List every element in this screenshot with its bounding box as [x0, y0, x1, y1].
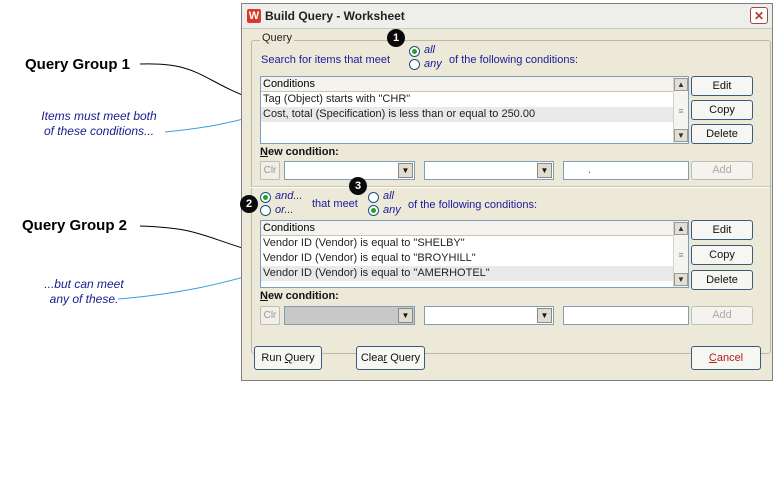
build-query-window: W Build Query - Worksheet ✕ Query 1 Sear…	[240, 3, 773, 381]
callout-group2-note: ...but can meet any of these.	[36, 277, 132, 307]
btn-text: Run	[261, 352, 285, 364]
value-input-1[interactable]: .	[563, 161, 689, 180]
note-line: Items must meet both	[41, 109, 157, 123]
radio-and[interactable]	[260, 192, 271, 203]
scroll-up-icon[interactable]: ▲	[674, 78, 688, 91]
delete-button-2[interactable]: Delete	[691, 270, 753, 290]
scrollbar-2[interactable]: ▲ ≡ ▼	[673, 221, 688, 287]
add-button-2[interactable]: Add	[691, 306, 753, 325]
radio-any[interactable]	[409, 59, 420, 70]
edit-button-1[interactable]: Edit	[691, 76, 753, 96]
note-line: ...but can meet	[44, 277, 124, 291]
radio-or[interactable]	[260, 205, 271, 216]
conditions-header: Conditions	[261, 77, 688, 92]
clr-button-1[interactable]: Clr	[260, 161, 280, 180]
field-dropdown-1[interactable]: ▼	[284, 161, 415, 180]
badge-2: 2	[240, 195, 258, 213]
dropdown-arrow-icon[interactable]: ▼	[537, 163, 552, 178]
list-item[interactable]: Tag (Object) starts with "CHR"	[261, 92, 688, 107]
hotkey-n: N	[260, 290, 268, 302]
btn-text: uery	[293, 352, 315, 364]
search-suffix-text: of the following conditions:	[449, 54, 579, 66]
hotkey-q: Q	[284, 352, 294, 364]
radio-any-2-label: any	[383, 204, 401, 216]
dropdown-arrow-icon[interactable]: ▼	[398, 163, 413, 178]
note-line: of these conditions...	[43, 124, 155, 138]
scroll-up-icon[interactable]: ▲	[674, 222, 688, 235]
btn-text: Clea	[360, 352, 384, 364]
dropdown-arrow-icon[interactable]: ▼	[398, 308, 413, 323]
new-condition-label-1: New condition:	[260, 146, 339, 158]
operator-dropdown-2[interactable]: ▼	[424, 306, 554, 325]
conditions-header: Conditions	[261, 221, 688, 236]
list-item[interactable]: Vendor ID (Vendor) is equal to "AMERHOTE…	[261, 266, 688, 281]
hotkey-c: C	[708, 352, 717, 364]
group2-suffix-text: of the following conditions:	[408, 199, 538, 211]
radio-all-label: all	[424, 44, 436, 56]
scroll-grip-icon[interactable]: ≡	[677, 251, 685, 260]
new-condition-label-2: New condition:	[260, 290, 339, 302]
edit-button-2[interactable]: Edit	[691, 220, 753, 240]
query-legend: Query	[260, 32, 294, 44]
clear-query-button[interactable]: Clear Query	[356, 346, 425, 370]
radio-any-label: any	[424, 58, 442, 70]
list-item[interactable]: Cost, total (Specification) is less than…	[261, 107, 688, 122]
field-dropdown-2[interactable]: ▼	[284, 306, 415, 325]
dropdown-arrow-icon[interactable]: ▼	[537, 308, 552, 323]
radio-or-label: or...	[275, 204, 294, 216]
list-item[interactable]: Vendor ID (Vendor) is equal to "SHELBY"	[261, 236, 688, 251]
scroll-grip-icon[interactable]: ≡	[677, 107, 685, 116]
label-rest: ew condition:	[267, 146, 339, 158]
callout-group2-title: Query Group 2	[22, 217, 128, 234]
cancel-button[interactable]: Cancel	[691, 346, 761, 370]
copy-button-2[interactable]: Copy	[691, 245, 753, 265]
conditions-list-2[interactable]: Conditions Vendor ID (Vendor) is equal t…	[260, 220, 689, 288]
title-bar[interactable]: W Build Query - Worksheet ✕	[242, 4, 772, 29]
close-button[interactable]: ✕	[750, 7, 768, 24]
scroll-down-icon[interactable]: ▼	[674, 273, 688, 286]
radio-all-2-label: all	[383, 190, 395, 202]
clr-button-2[interactable]: Clr	[260, 306, 280, 325]
hotkey-n: N	[260, 146, 268, 158]
radio-and-label: and...	[275, 190, 303, 202]
callout-group1-note: Items must meet both of these conditions…	[30, 109, 168, 139]
that-meet-text: that meet	[312, 198, 358, 210]
btn-text: ancel	[716, 352, 744, 364]
app-icon: W	[247, 9, 261, 23]
callout-group1-title: Query Group 1	[25, 56, 131, 73]
radio-all-2[interactable]	[368, 192, 379, 203]
label-rest: ew condition:	[267, 290, 339, 302]
list-item[interactable]: Vendor ID (Vendor) is equal to "BROYHILL…	[261, 251, 688, 266]
radio-all[interactable]	[409, 46, 420, 57]
scroll-down-icon[interactable]: ▼	[674, 129, 688, 142]
radio-any-2[interactable]	[368, 205, 379, 216]
group-divider	[250, 186, 770, 188]
delete-button-1[interactable]: Delete	[691, 124, 753, 144]
search-prefix-text: Search for items that meet	[261, 54, 390, 66]
scrollbar-1[interactable]: ▲ ≡ ▼	[673, 77, 688, 143]
operator-dropdown-1[interactable]: ▼	[424, 161, 554, 180]
conditions-list-1[interactable]: Conditions Tag (Object) starts with "CHR…	[260, 76, 689, 144]
run-query-button[interactable]: Run Query	[254, 346, 322, 370]
copy-button-1[interactable]: Copy	[691, 100, 753, 120]
window-title: Build Query - Worksheet	[265, 9, 405, 23]
badge-1: 1	[387, 29, 405, 47]
badge-3: 3	[349, 177, 367, 195]
group1-leader-line	[139, 63, 256, 101]
add-button-1[interactable]: Add	[691, 161, 753, 180]
btn-text: Query	[387, 352, 421, 364]
value-input-2[interactable]	[563, 306, 689, 325]
note-line: any of these.	[49, 292, 119, 306]
